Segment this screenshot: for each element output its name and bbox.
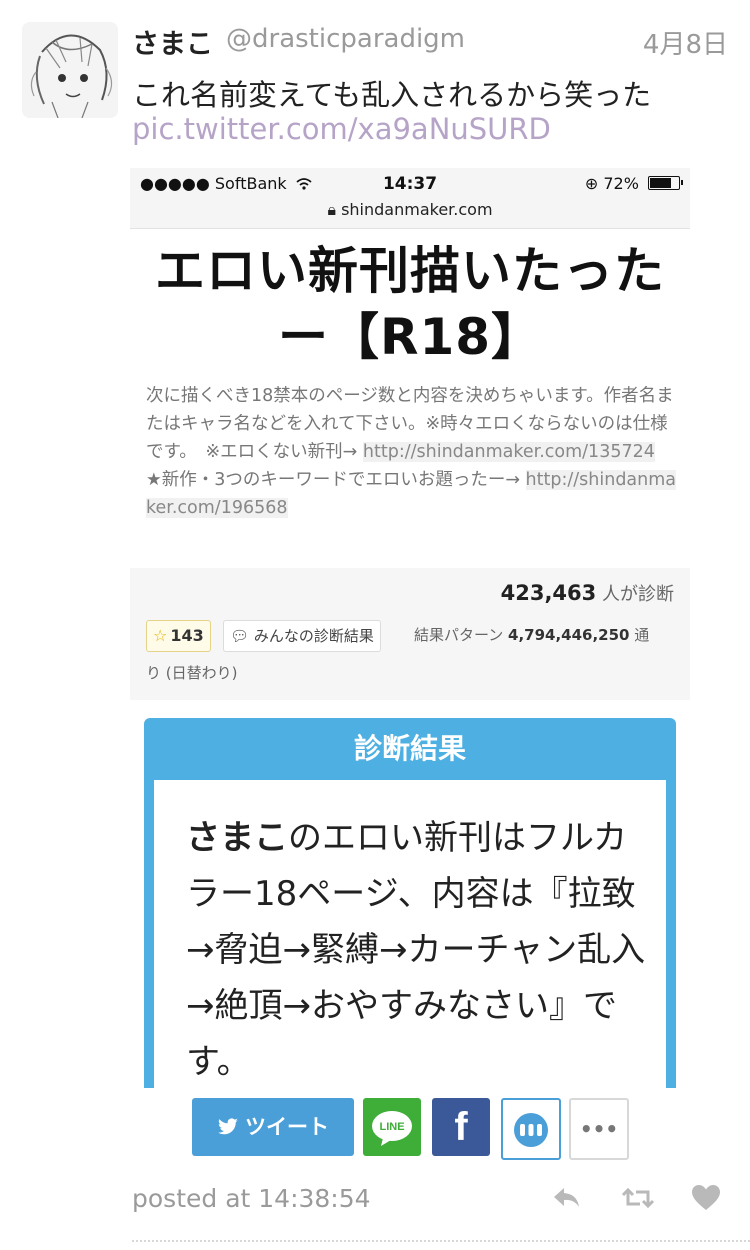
lock-icon: 🔒︎ bbox=[327, 200, 336, 219]
diagnosed-count: 423,463 人が診断 bbox=[501, 580, 674, 606]
retweet-button[interactable] bbox=[620, 1180, 656, 1216]
address-bar: 🔒︎ shindanmaker.com bbox=[130, 200, 690, 220]
posted-timestamp: posted at 14:38:54 bbox=[132, 1184, 371, 1213]
reply-button[interactable] bbox=[548, 1180, 584, 1216]
tweet-date[interactable]: 4月8日 bbox=[643, 24, 728, 61]
result-header: 診断結果 bbox=[353, 732, 466, 765]
diagnosed-number: 423,463 bbox=[500, 581, 597, 605]
everyone-results-tag: 💬︎ みんなの診断結果 bbox=[223, 620, 381, 652]
result-patterns: 結果パターン 4,794,446,250 通 bbox=[414, 624, 649, 645]
line-label: LINE bbox=[379, 1121, 404, 1133]
pattern-label: 結果パターン bbox=[414, 626, 509, 644]
tweet-share-label: ツイート bbox=[245, 1115, 329, 1139]
avatar[interactable] bbox=[22, 22, 118, 118]
battery-percent: 72% bbox=[603, 174, 639, 193]
description-link-1: http://shindanmaker.com/135724 bbox=[362, 442, 655, 462]
tweet-divider bbox=[132, 1240, 750, 1242]
like-button[interactable] bbox=[688, 1180, 724, 1216]
heart-icon bbox=[692, 1185, 720, 1210]
line-icon: LINE bbox=[372, 1110, 412, 1146]
reply-icon bbox=[554, 1188, 579, 1207]
tweet-share-button: ツイート bbox=[192, 1098, 354, 1156]
diagnosed-suffix: 人が診断 bbox=[596, 584, 674, 605]
result-box: 診断結果 さまこのエロい新刊はフルカラー18ページ、内容は『拉致→脅迫→緊縛→カ… bbox=[144, 718, 676, 1138]
result-name: さまこ bbox=[186, 818, 288, 858]
facebook-icon: f bbox=[454, 1105, 468, 1149]
user-handle[interactable]: @drasticparadigm bbox=[226, 24, 465, 54]
attached-screenshot[interactable]: ●●●●● SoftBank 14:37 ⊕ 72% 🔒︎ shindanmak… bbox=[130, 168, 690, 1168]
address-url: shindanmaker.com bbox=[341, 200, 493, 219]
share-bar: ツイート LINE f ••• bbox=[130, 1088, 690, 1168]
tweet-page: さまこ @drasticparadigm 4月8日 これ名前変えても乱入されるか… bbox=[0, 0, 750, 1250]
rotation-lock-icon: ⊕ bbox=[584, 174, 599, 193]
more-share-button: ••• bbox=[569, 1098, 629, 1160]
everyone-results-label: みんなの診断結果 bbox=[253, 627, 374, 645]
media-link[interactable]: pic.twitter.com/xa9aNuSURD bbox=[132, 112, 551, 146]
result-body: さまこのエロい新刊はフルカラー18ページ、内容は『拉致→脅迫→緊縛→カーチャン乱… bbox=[154, 780, 666, 1138]
phone-status-bar: ●●●●● SoftBank 14:37 ⊕ 72% 🔒︎ shindanmak… bbox=[130, 168, 690, 229]
facebook-share-button: f bbox=[432, 1098, 490, 1156]
bird-icon bbox=[218, 1118, 238, 1135]
result-text: さまこのエロい新刊はフルカラー18ページ、内容は『拉致→脅迫→緊縛→カーチャン乱… bbox=[186, 810, 646, 1090]
battery-status: ⊕ 72% bbox=[584, 174, 683, 193]
pattern-suffix: 通 bbox=[629, 626, 650, 644]
diagnosis-title: エロい新刊描いたったー【R18】 bbox=[155, 242, 665, 366]
hatena-share-button bbox=[501, 1098, 561, 1160]
stats-panel: 423,463 人が診断 ☆ 143 💬︎ みんなの診断結果 結果パターン 4,7… bbox=[130, 568, 690, 700]
avatar-sketch-image bbox=[22, 22, 118, 118]
pattern-suffix-2: り (日替わり) bbox=[146, 664, 238, 682]
favorite-count: ☆ 143 bbox=[146, 620, 211, 652]
comment-icon: 💬︎ bbox=[230, 627, 254, 645]
user-name[interactable]: さまこ bbox=[132, 22, 213, 61]
tweet-text: これ名前変えても乱入されるから笑った bbox=[132, 78, 652, 112]
line-share-button: LINE bbox=[363, 1098, 421, 1156]
pattern-count: 4,794,446,250 bbox=[508, 626, 630, 644]
diagnosis-description: 次に描くべき18禁本のページ数と内容を決めちゃいます。作者名またはキャラ名などを… bbox=[146, 382, 678, 522]
favorite-number: 143 bbox=[170, 626, 204, 645]
battery-icon bbox=[648, 176, 683, 190]
star-icon: ☆ bbox=[153, 626, 168, 645]
retweet-icon bbox=[621, 1187, 655, 1209]
hatena-bookmark-icon bbox=[514, 1112, 548, 1147]
